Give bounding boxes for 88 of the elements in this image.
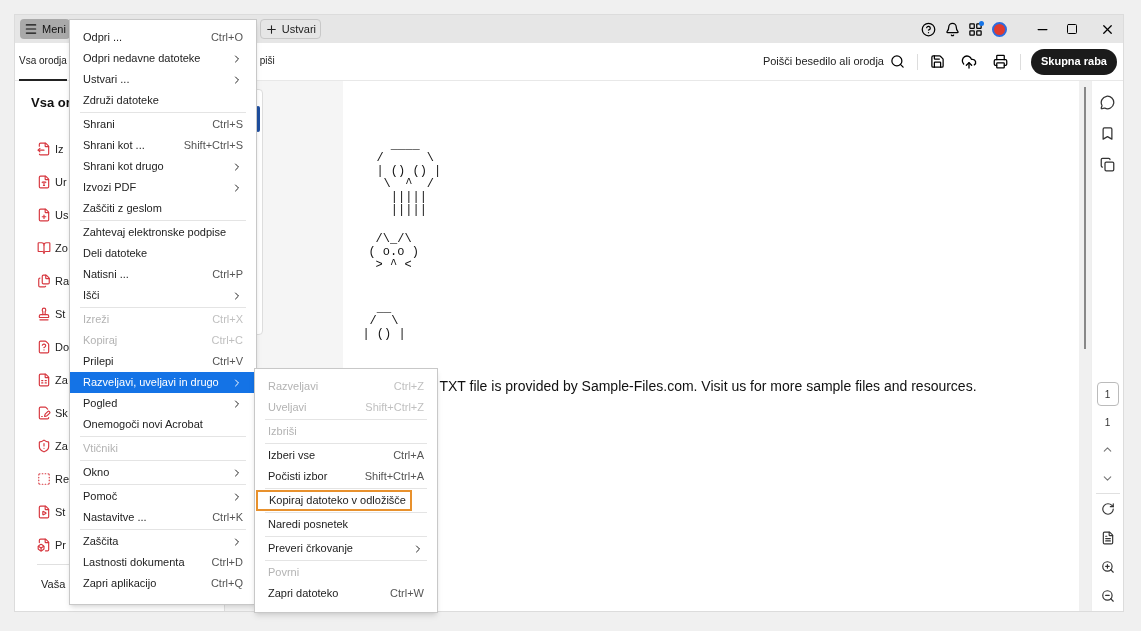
tool-label[interactable]: Re: [55, 470, 70, 488]
pages-icon[interactable]: [1100, 157, 1116, 172]
tool-icon[interactable]: [37, 439, 51, 453]
zoom-out-icon[interactable]: [1100, 589, 1115, 603]
menu-item[interactable]: Lastnosti dokumenta Ctrl+D: [70, 552, 256, 573]
tool-label[interactable]: Sk: [55, 404, 68, 422]
tool-label[interactable]: Ra: [55, 272, 70, 290]
page-number-field[interactable]: 1: [1096, 382, 1119, 406]
tool-label[interactable]: St: [55, 503, 66, 521]
menu-item[interactable]: Izberi vse Ctrl+A: [255, 445, 437, 466]
menu-item[interactable]: Izvozi PDF: [70, 177, 256, 198]
tool-label[interactable]: Do: [55, 338, 70, 356]
tool-icon[interactable]: [37, 274, 51, 288]
document-text: TXT file is provided by Sample-Files.com. Visit us for more sample files and resources.: [439, 377, 978, 396]
menu-icon: [24, 22, 38, 36]
menu-item[interactable]: Shrani Ctrl+S: [70, 114, 256, 135]
save-icon[interactable]: [929, 54, 945, 69]
tool-icon[interactable]: [37, 307, 51, 321]
menu-item[interactable]: Preveri črkovanje: [255, 538, 437, 559]
menu-item[interactable]: Združi datoteke: [70, 90, 256, 111]
tool-label[interactable]: Us: [55, 206, 69, 224]
create-button[interactable]: Ustvari: [259, 19, 322, 39]
menu-item[interactable]: Zaščita: [70, 531, 256, 552]
tool-label[interactable]: Za: [55, 371, 68, 389]
plus-icon: [264, 22, 278, 36]
tool-label[interactable]: St: [55, 305, 66, 323]
menu-item[interactable]: Shrani kot ... Shift+Ctrl+S: [70, 135, 256, 156]
menu-item[interactable]: Kopiraj datoteko v odložišče: [256, 490, 412, 511]
search-icon[interactable]: [889, 54, 905, 69]
menu-button[interactable]: Meni: [20, 19, 70, 39]
tool-icon[interactable]: [37, 472, 51, 486]
tool-icon[interactable]: [37, 373, 51, 387]
tool-label[interactable]: Ur: [55, 173, 67, 191]
rotate-icon[interactable]: [1100, 502, 1115, 516]
menu-item[interactable]: Odpri ... Ctrl+O: [70, 27, 256, 48]
menu-item[interactable]: Deli datoteke: [70, 243, 256, 264]
menu-item[interactable]: Zapri datoteko Ctrl+W: [255, 583, 437, 604]
menu-item[interactable]: Onemogoči novi Acrobat: [70, 414, 256, 435]
panel-heading: Vsa or: [31, 94, 71, 112]
ascii-art: ____ / \ | () () | \ ^ / ||||| |||||: [376, 139, 443, 217]
menu-item[interactable]: Razveljavi, uveljavi in drugo: [70, 372, 256, 393]
page-count: 1: [1104, 416, 1111, 430]
page-fit-icon[interactable]: [1100, 531, 1115, 545]
menu-item[interactable]: Zaščiti z geslom: [70, 198, 256, 219]
tab[interactable]: piši: [259, 42, 275, 81]
ascii-art: __ / \ | () |: [362, 302, 407, 341]
print-icon[interactable]: [992, 54, 1008, 69]
tool-label[interactable]: Pr: [55, 536, 66, 554]
menu-item[interactable]: Pogled: [70, 393, 256, 414]
panel-footer: Vaša: [41, 575, 66, 592]
help-icon[interactable]: [921, 21, 936, 37]
menu-item[interactable]: Počisti izbor Shift+Ctrl+A: [255, 466, 437, 487]
tool-icon[interactable]: [37, 175, 51, 189]
menu-item[interactable]: Naredi posnetek: [255, 514, 437, 535]
menu-item[interactable]: Pomoč: [70, 486, 256, 507]
zoom-in-icon[interactable]: [1100, 560, 1115, 574]
maximize-icon[interactable]: [1066, 23, 1078, 35]
avatar[interactable]: [992, 21, 1007, 37]
tool-icon[interactable]: [37, 406, 51, 420]
menu-item[interactable]: Išči: [70, 285, 256, 306]
comment-icon[interactable]: [1100, 95, 1116, 110]
upload-icon[interactable]: [960, 53, 977, 70]
bell-icon[interactable]: [945, 21, 960, 37]
tool-icon[interactable]: [37, 241, 51, 255]
tool-label[interactable]: Iz: [55, 140, 64, 158]
tool-icon[interactable]: [37, 340, 51, 354]
menu-item[interactable]: Nastavitve ... Ctrl+K: [70, 507, 256, 528]
menu-item[interactable]: Zapri aplikacijo Ctrl+Q: [70, 573, 256, 594]
tool-icon[interactable]: [37, 505, 51, 519]
menu-item[interactable]: Odpri nedavne datoteke: [70, 48, 256, 69]
tool-label[interactable]: Za: [55, 437, 68, 455]
tool-label[interactable]: Zo: [55, 239, 68, 257]
tool-icon[interactable]: [37, 142, 51, 156]
menu-item[interactable]: Prilepi Ctrl+V: [70, 351, 256, 372]
menu-item[interactable]: Ustvari ...: [70, 69, 256, 90]
menu-item[interactable]: Natisni ... Ctrl+P: [70, 264, 256, 285]
bookmark-icon[interactable]: [1100, 126, 1116, 141]
apps-grid-icon[interactable]: [968, 21, 983, 37]
scrollbar-thumb[interactable]: [1084, 87, 1087, 349]
menu-item[interactable]: Okno: [70, 462, 256, 483]
menu-item[interactable]: Zahtevaj elektronske podpise: [70, 222, 256, 243]
tab[interactable]: Vsa orodja: [19, 42, 67, 81]
tool-icon[interactable]: [37, 538, 51, 552]
menu-item[interactable]: Shrani kot drugo: [70, 156, 256, 177]
tool-icon[interactable]: [37, 208, 51, 222]
search-label[interactable]: Poišči besedilo ali orodja: [762, 53, 884, 70]
share-button[interactable]: Skupna raba: [1030, 48, 1117, 75]
ascii-art: /\_/\ ( o.o ) > ^ <: [368, 233, 420, 272]
